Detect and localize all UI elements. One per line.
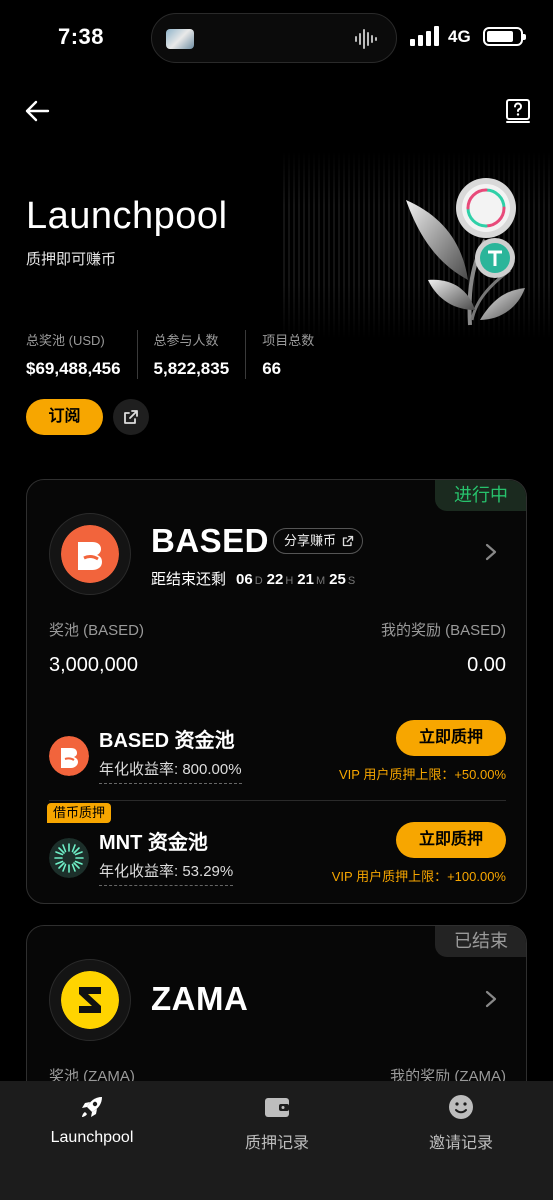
sub-pool-name: MNT 资金池	[99, 832, 208, 854]
stat-value: 66	[262, 359, 282, 378]
countdown-hours: 22	[266, 571, 284, 588]
coin-plant-illustration	[406, 178, 525, 326]
nav-label: 邀请记录	[428, 1135, 493, 1152]
sub-pool-name: BASED 资金池	[99, 730, 235, 752]
nav-invite-records[interactable]: 邀请记录	[386, 1093, 536, 1153]
vip-limit: VIP 用户质押上限：+100.00%	[331, 869, 506, 884]
nav-label: Launchpool	[50, 1129, 134, 1146]
nav-launchpool[interactable]: Launchpool	[17, 1093, 167, 1147]
vip-limit: VIP 用户质押上限：+50.00%	[338, 767, 506, 782]
bottom-nav: Launchpool 质押记录 邀请记录	[0, 1081, 553, 1200]
reward-value: 0.00	[467, 654, 506, 676]
status-bar: 7:38 4G	[0, 0, 553, 76]
unit-h: H	[285, 575, 294, 587]
share-label: 分享赚币	[284, 533, 337, 548]
based-token-icon	[61, 525, 119, 583]
divider	[49, 800, 506, 801]
stat-value: 5,822,835	[153, 359, 230, 378]
stat-value: $69,488,456	[26, 359, 121, 378]
battery-icon	[483, 27, 526, 46]
stat-participants: 总参与人数 5,822,835	[154, 330, 247, 379]
stat-label: 总参与人数	[153, 333, 219, 348]
nav-stake-records[interactable]: 质押记录	[202, 1093, 352, 1153]
sub-pool-apr[interactable]: 年化收益率: 800.00%	[99, 758, 242, 784]
page-title: Launchpool	[26, 195, 228, 237]
reward-label: 我的奖励 (BASED)	[380, 622, 506, 639]
signal-icon	[410, 26, 439, 46]
my-reward: 我的奖励 (BASED) 0.00	[381, 619, 506, 677]
project-card-based[interactable]: 进行中 BASED 分享赚币 距结束还剩 06 D 22 H 21 M 25 S 奖池 …	[26, 479, 527, 904]
media-thumbnail	[166, 29, 194, 49]
project-name: BASED	[151, 522, 270, 559]
sub-pool-based: BASED 资金池 年化收益率: 800.00% 立即质押 VIP 用户质押上限…	[49, 720, 506, 796]
chevron-right-icon[interactable]	[484, 989, 498, 1009]
unit-m: M	[315, 575, 326, 587]
mnt-token-icon	[49, 838, 89, 878]
back-arrow-icon[interactable]	[24, 98, 50, 124]
stat-total-pool: 总奖池 (USD) $69,488,456	[26, 330, 138, 379]
sub-pool-apr[interactable]: 年化收益率: 53.29%	[99, 860, 234, 886]
stake-now-button[interactable]: 立即质押	[396, 822, 506, 858]
zama-token-icon	[61, 971, 119, 1029]
share-earn-button[interactable]: 分享赚币	[273, 528, 364, 554]
status-badge: 已结束	[435, 926, 526, 957]
countdown-days: 06	[236, 571, 253, 588]
countdown: 距结束还剩 06 D 22 H 21 M 25 S	[151, 568, 359, 589]
external-link-icon	[124, 410, 138, 424]
stats-row: 总奖池 (USD) $69,488,456 总参与人数 5,822,835 项目…	[26, 330, 346, 379]
unit-d: D	[254, 575, 263, 587]
chevron-right-icon[interactable]	[484, 542, 498, 562]
based-token-icon	[49, 736, 89, 776]
page-subtitle: 质押即可赚币	[26, 251, 117, 268]
based-logo	[49, 513, 131, 595]
audio-wave-icon	[355, 29, 377, 49]
smiley-icon	[449, 1095, 473, 1119]
help-book-icon[interactable]	[505, 98, 531, 124]
wallet-icon	[265, 1098, 289, 1117]
subscribe-button[interactable]: 订阅	[26, 399, 103, 435]
sub-pool-mnt: MNT 资金池 年化收益率: 53.29% 立即质押 VIP 用户质押上限：+1…	[49, 822, 506, 898]
pool-info: 奖池 (BASED) 3,000,000 我的奖励 (BASED) 0.00	[49, 619, 506, 677]
external-link-button[interactable]	[113, 399, 149, 435]
borrow-stake-tag: 借币质押	[47, 803, 112, 823]
countdown-label: 距结束还剩	[151, 571, 227, 588]
stat-label: 项目总数	[262, 333, 315, 348]
status-time: 7:38	[58, 24, 105, 49]
rocket-icon	[82, 1097, 102, 1117]
project-name: ZAMA	[151, 980, 249, 1017]
status-badge: 进行中	[435, 480, 526, 511]
stake-now-button[interactable]: 立即质押	[396, 720, 506, 756]
zama-logo	[49, 959, 131, 1041]
unit-s: S	[347, 575, 356, 587]
stat-label: 总奖池 (USD)	[26, 333, 105, 348]
countdown-minutes: 21	[297, 571, 314, 588]
nav-label: 质押记录	[244, 1135, 309, 1152]
countdown-seconds: 25	[329, 571, 346, 588]
stat-projects: 项目总数 66	[262, 330, 330, 379]
dynamic-island	[151, 13, 397, 63]
external-link-icon	[342, 535, 354, 547]
network-type: 4G	[448, 27, 471, 46]
